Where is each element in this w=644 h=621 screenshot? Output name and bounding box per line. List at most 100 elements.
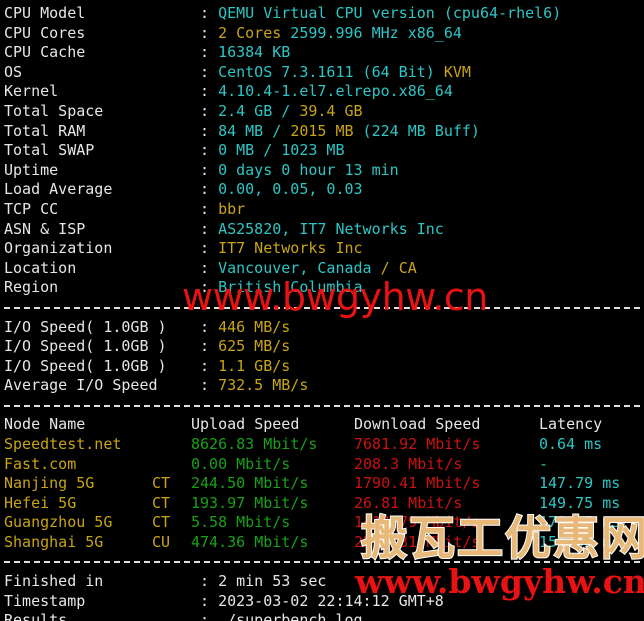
info-value: 4.10.4-1.el7.elrepo.x86_64 [218, 82, 453, 101]
io-row-2: I/O Speed( 1.0GB ): 625 MB/s [4, 337, 644, 357]
info-value: Vancouver, Canada [218, 258, 372, 277]
divider-middle [4, 396, 644, 416]
info-row-kernel: Kernel: 4.10.4-1.el7.elrepo.x86_64 [4, 82, 644, 102]
info-separator: / [263, 121, 291, 140]
info-colon: : [200, 180, 210, 199]
cell-download-speed: 1790.41 Mbit/s [354, 474, 481, 493]
cell-download-speed: 26.81 Mbit/s [354, 493, 463, 512]
info-row-cpu-cache: CPU Cache: 16384 KB [4, 43, 644, 63]
info-colon: : [200, 141, 210, 160]
info-value: QEMU Virtual CPU version (cpu64-rhel6) [218, 4, 562, 22]
cell-isp: CT [152, 513, 171, 532]
info-row-total-space: Total Space: 2.4 GB / 39.4 GB [4, 102, 644, 122]
info-label: Organization [4, 239, 113, 258]
info-colon: : [200, 278, 210, 297]
cell-isp: CT [152, 493, 171, 512]
column-header-upload-speed: Upload Speed [191, 415, 300, 434]
io-value: 446 MB/s [218, 317, 291, 336]
cell-isp: CU [152, 533, 171, 552]
info-row-tcp-cc: TCP CC: bbr [4, 200, 644, 220]
cell-upload-speed: 474.36 Mbit/s [191, 533, 309, 552]
io-colon: : [200, 317, 210, 336]
footer-value: 2023-03-02 22:14:12 GMT+8 [218, 591, 444, 610]
cell-download-speed: 1414.79 Mbit/s [354, 513, 481, 532]
table-row: Shanghai 5G CU 474.36 Mbit/s 2571.31 Mbit/s… [4, 533, 644, 553]
footer-label: Results [4, 611, 68, 621]
info-value-highlight: bbr [218, 199, 246, 218]
info-value: 84 MB [218, 121, 264, 140]
footer-colon: : [200, 572, 210, 591]
info-colon: : [200, 62, 210, 81]
cell-upload-speed: 0.00 Mbit/s [191, 454, 291, 473]
footer-row-timestamp: Timestamp: 2023-03-02 22:14:12 GMT+8 [4, 592, 644, 612]
cell-latency: 147.79 ms [539, 474, 621, 493]
info-separator: / [371, 258, 399, 277]
info-value-highlight: KVM [443, 62, 471, 81]
info-value-highlight: IT7 Networks Inc [218, 239, 363, 258]
cell-node-name: Shanghai 5G [4, 533, 104, 552]
info-value: 0 MB / 1023 MB [218, 141, 345, 160]
io-row-3: I/O Speed( 1.0GB ): 1.1 GB/s [4, 357, 644, 377]
info-label: CPU Model [4, 4, 86, 22]
info-colon: : [200, 199, 210, 218]
table-row: Guangzhou 5G CT 5.58 Mbit/s 1414.79 Mbit/s 1… [4, 513, 644, 533]
info-row-cpu-cores: CPU Cores: 2 Cores 2599.996 MHz x86_64 [4, 24, 644, 44]
info-row-region: Region: British Columbia [4, 278, 644, 298]
info-value-highlight: 2015 MB [290, 121, 354, 140]
cell-latency: 151.06 ms [539, 533, 621, 552]
info-value-extra: (224 MB Buff) [353, 121, 480, 140]
info-label: TCP CC [4, 199, 59, 218]
info-value: 0 days 0 hour 13 min [218, 160, 399, 179]
speedtest-table: Node Name Upload Speed Download Speed Laten… [4, 415, 644, 552]
table-row: Fast.com 0.00 Mbit/s 208.3 Mbit/s - [4, 455, 644, 475]
io-value: 1.1 GB/s [218, 356, 291, 375]
info-row-load-average: Load Average: 0.00, 0.05, 0.03 [4, 180, 644, 200]
info-value: 2.4 GB [218, 101, 273, 120]
footer-row-results: Results: ./superbench.log [4, 611, 644, 621]
footer-colon: : [200, 591, 210, 610]
table-row: Hefei 5G CT 193.97 Mbit/s 26.81 Mbit/s 149.7… [4, 494, 644, 514]
footer-value: ./superbench.log [218, 611, 363, 621]
info-colon: : [200, 160, 210, 179]
cell-upload-speed: 244.50 Mbit/s [191, 474, 309, 493]
io-value: 732.5 MB/s [218, 376, 309, 395]
info-label: Total Space [4, 101, 104, 120]
column-header-download-speed: Download Speed [354, 415, 481, 434]
info-value-highlight: CA [398, 258, 417, 277]
io-label: Average I/O Speed [4, 376, 158, 395]
divider-rule [4, 561, 640, 564]
info-value: 2599.996 MHz x86_64 [281, 23, 462, 42]
cell-node-name: Nanjing 5G [4, 474, 95, 493]
terminal-window: CPU Model: QEMU Virtual CPU version (cpu… [0, 0, 644, 621]
footer-colon: : [200, 611, 210, 621]
info-colon: : [200, 239, 210, 258]
info-value-highlight: 39.4 GB [299, 101, 363, 120]
divider-top [4, 298, 644, 318]
table-header-row: Node Name Upload Speed Download Speed Laten… [4, 415, 644, 435]
info-label: Uptime [4, 160, 59, 179]
info-row-cpu-model: CPU Model: QEMU Virtual CPU version (cpu… [4, 4, 644, 24]
cell-download-speed: 7681.92 Mbit/s [354, 435, 481, 454]
terminal-output: CPU Model: QEMU Virtual CPU version (cpu… [0, 0, 644, 621]
cell-download-speed: 2571.31 Mbit/s [354, 533, 481, 552]
info-colon: : [200, 43, 210, 62]
info-label: Kernel [4, 82, 59, 101]
cell-upload-speed: 193.97 Mbit/s [191, 493, 309, 512]
info-value: CentOS 7.3.1611 (64 Bit) [218, 62, 444, 81]
io-speed-section: I/O Speed( 1.0GB ): 446 MB/s I/O Speed( … [4, 318, 644, 396]
footer-value: 2 min 53 sec [218, 572, 327, 591]
cell-node-name: Fast.com [4, 454, 77, 473]
info-row-total-ram: Total RAM: 84 MB / 2015 MB (224 MB Buff) [4, 122, 644, 142]
io-colon: : [200, 356, 210, 375]
cell-node-name: Speedtest.net [4, 435, 122, 454]
info-value: AS25820, IT7 Networks Inc [218, 219, 444, 238]
footer-label: Timestamp [4, 591, 86, 610]
info-value-highlight: 2 Cores [218, 23, 282, 42]
io-row-average: Average I/O Speed: 732.5 MB/s [4, 376, 644, 396]
info-colon: : [200, 82, 210, 101]
io-colon: : [200, 376, 210, 395]
info-label: Location [4, 258, 77, 277]
io-label: I/O Speed( 1.0GB ) [4, 317, 167, 336]
cell-node-name: Guangzhou 5G [4, 513, 113, 532]
io-colon: : [200, 337, 210, 356]
